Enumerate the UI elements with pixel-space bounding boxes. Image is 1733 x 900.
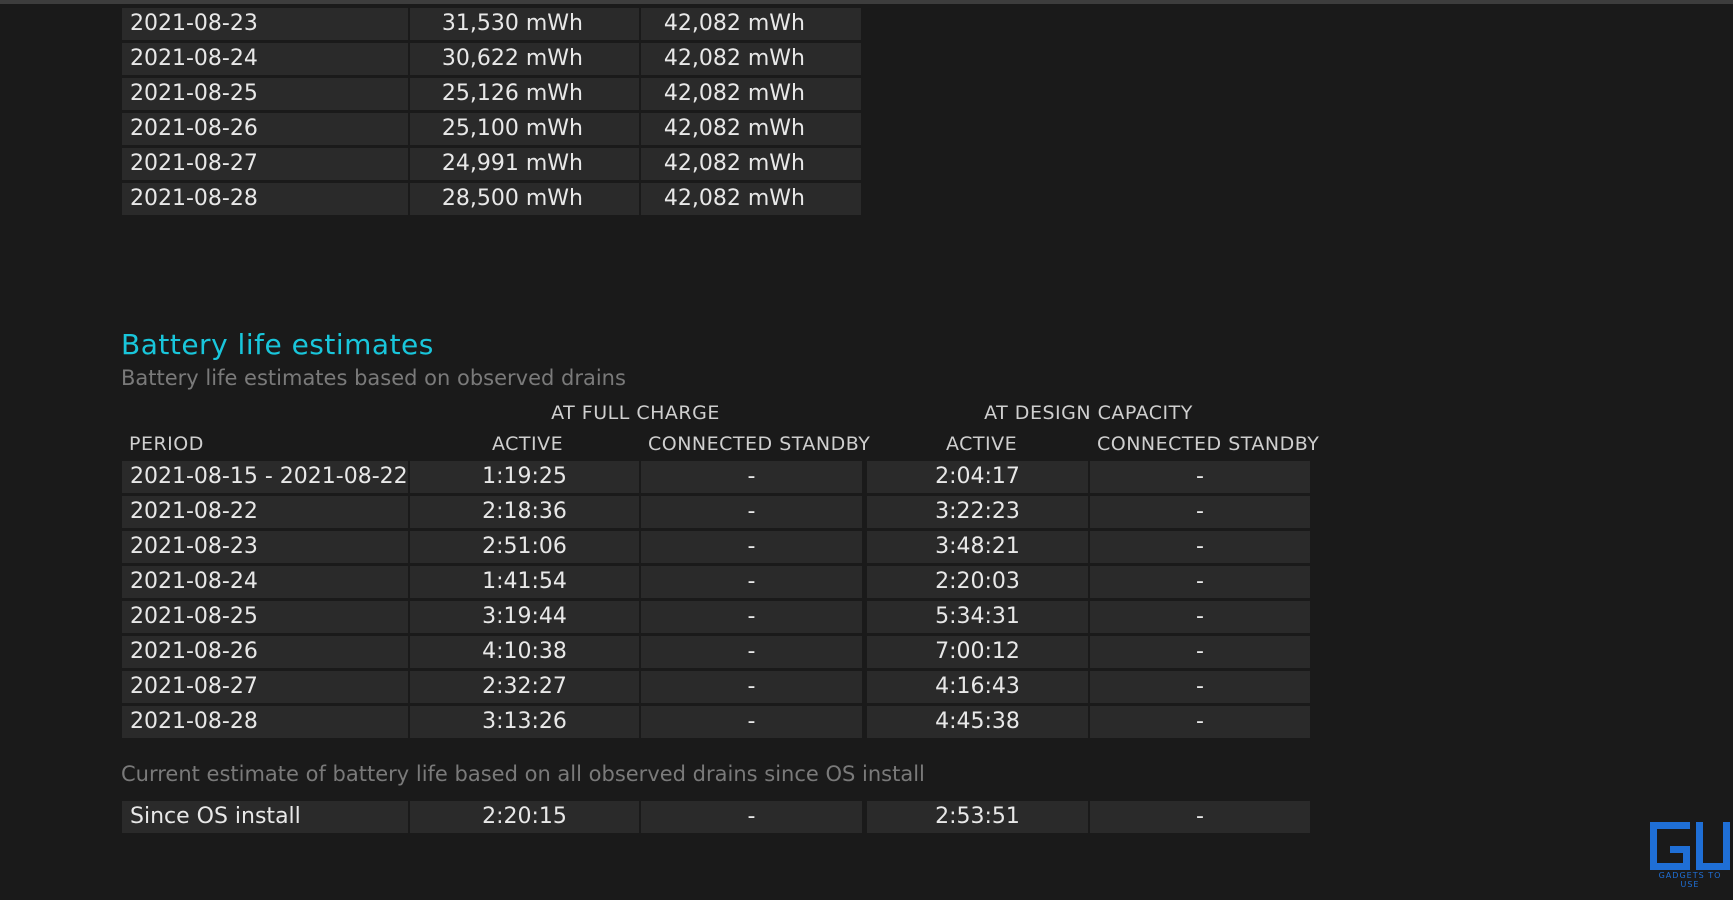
capacity-date: 2021-08-26 — [122, 113, 408, 145]
capacity-full-charge: 31,530 mWh — [410, 8, 639, 40]
capacity-full-charge: 24,991 mWh — [410, 148, 639, 180]
capacity-date: 2021-08-23 — [122, 8, 408, 40]
group-header-full-charge: AT FULL CHARGE — [551, 402, 720, 424]
estimate-design-active: 5:34:31 — [867, 601, 1088, 633]
estimate-period: 2021-08-24 — [122, 566, 408, 598]
capacity-full-charge: 30,622 mWh — [410, 43, 639, 75]
window-top-border — [0, 0, 1733, 4]
estimate-full-active: 4:10:38 — [410, 636, 639, 668]
section-subtitle: Battery life estimates based on observed… — [121, 366, 626, 390]
estimate-design-standby: - — [1090, 566, 1310, 598]
estimate-full-standby: - — [641, 706, 862, 738]
estimate-design-active: 3:48:21 — [867, 531, 1088, 563]
estimate-design-active: 7:00:12 — [867, 636, 1088, 668]
capacity-design: 42,082 mWh — [641, 183, 861, 215]
since-install-period: Since OS install — [122, 801, 408, 833]
since-install-full-active: 2:20:15 — [410, 801, 639, 833]
capacity-design: 42,082 mWh — [641, 113, 861, 145]
estimate-design-standby: - — [1090, 671, 1310, 703]
column-header-active: ACTIVE — [492, 433, 564, 455]
estimate-full-standby: - — [641, 461, 862, 493]
estimate-full-active: 2:32:27 — [410, 671, 639, 703]
estimate-design-active: 4:16:43 — [867, 671, 1088, 703]
capacity-full-charge: 28,500 mWh — [410, 183, 639, 215]
estimate-full-standby: - — [641, 601, 862, 633]
estimate-full-standby: - — [641, 671, 862, 703]
capacity-full-charge: 25,126 mWh — [410, 78, 639, 110]
estimate-full-active: 3:19:44 — [410, 601, 639, 633]
capacity-full-charge: 25,100 mWh — [410, 113, 639, 145]
since-install-design-standby: - — [1090, 801, 1310, 833]
estimate-period: 2021-08-25 — [122, 601, 408, 633]
estimate-period: 2021-08-23 — [122, 531, 408, 563]
estimate-full-active: 2:18:36 — [410, 496, 639, 528]
since-install-design-active: 2:53:51 — [867, 801, 1088, 833]
capacity-design: 42,082 mWh — [641, 43, 861, 75]
estimate-period: 2021-08-28 — [122, 706, 408, 738]
since-install-full-standby: - — [641, 801, 862, 833]
estimate-full-active: 1:19:25 — [410, 461, 639, 493]
logo-text: GADGETS TO USE — [1658, 871, 1722, 889]
estimate-full-standby: - — [641, 496, 862, 528]
logo-g-inner — [1670, 846, 1690, 870]
estimate-design-standby: - — [1090, 706, 1310, 738]
estimate-full-active: 2:51:06 — [410, 531, 639, 563]
estimate-design-standby: - — [1090, 461, 1310, 493]
section-title: Battery life estimates — [121, 328, 434, 361]
estimate-period: 2021-08-26 — [122, 636, 408, 668]
estimate-period: 2021-08-22 — [122, 496, 408, 528]
capacity-date: 2021-08-27 — [122, 148, 408, 180]
gadgets-to-use-logo: GADGETS TO USE — [1650, 822, 1730, 889]
estimate-design-standby: - — [1090, 601, 1310, 633]
column-header-connected-standby: CONNECTED STANDBY — [648, 433, 871, 455]
estimate-design-active: 2:20:03 — [867, 566, 1088, 598]
estimate-design-standby: - — [1090, 531, 1310, 563]
estimate-full-active: 3:13:26 — [410, 706, 639, 738]
estimate-design-standby: - — [1090, 636, 1310, 668]
estimate-full-active: 1:41:54 — [410, 566, 639, 598]
column-header-connected-standby: CONNECTED STANDBY — [1097, 433, 1320, 455]
capacity-design: 42,082 mWh — [641, 78, 861, 110]
column-header-active: ACTIVE — [946, 433, 1018, 455]
since-install-note: Current estimate of battery life based o… — [121, 762, 925, 786]
estimate-design-active: 3:22:23 — [867, 496, 1088, 528]
capacity-design: 42,082 mWh — [641, 148, 861, 180]
estimate-design-standby: - — [1090, 496, 1310, 528]
column-header-period: PERIOD — [129, 433, 204, 455]
estimate-full-standby: - — [641, 566, 862, 598]
capacity-date: 2021-08-28 — [122, 183, 408, 215]
capacity-date: 2021-08-25 — [122, 78, 408, 110]
estimate-design-active: 2:04:17 — [867, 461, 1088, 493]
capacity-date: 2021-08-24 — [122, 43, 408, 75]
estimate-design-active: 4:45:38 — [867, 706, 1088, 738]
estimate-period: 2021-08-15 - 2021-08-22 — [122, 461, 408, 493]
group-header-design-capacity: AT DESIGN CAPACITY — [984, 402, 1193, 424]
estimate-period: 2021-08-27 — [122, 671, 408, 703]
estimate-full-standby: - — [641, 636, 862, 668]
capacity-design: 42,082 mWh — [641, 8, 861, 40]
logo-u-shape — [1696, 822, 1730, 870]
estimate-full-standby: - — [641, 531, 862, 563]
